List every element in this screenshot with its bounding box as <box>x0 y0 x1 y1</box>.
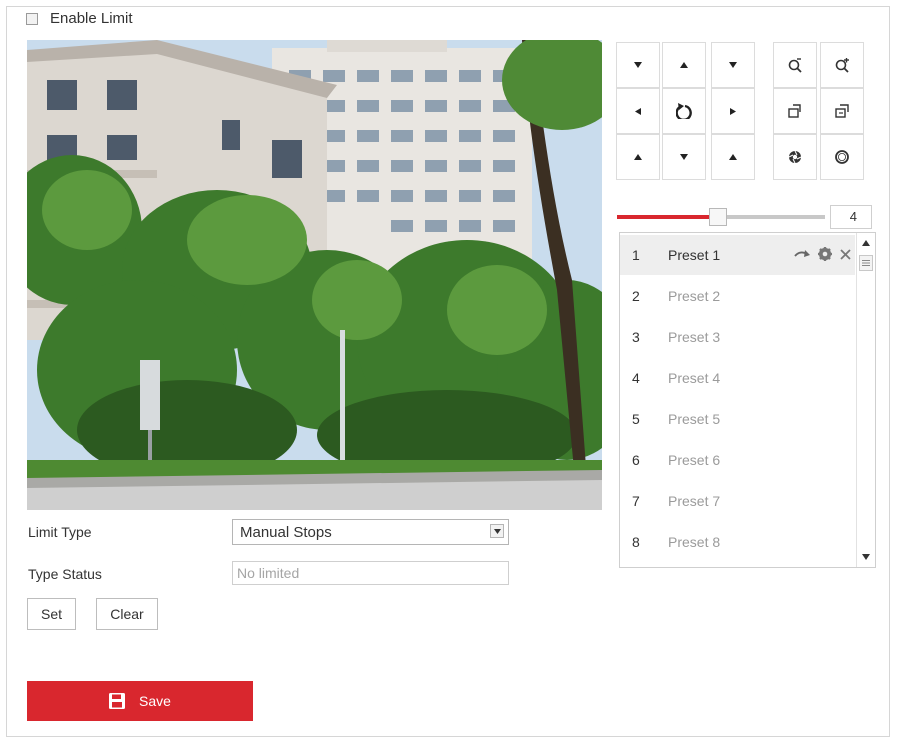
preset-actions <box>794 235 851 275</box>
preset-list: 1 Preset 1 2 Preset 2 3 Preset 3 4 Preset 4 5 Pre… <box>619 232 876 568</box>
clear-button[interactable]: Clear <box>96 598 158 630</box>
preset-name: Preset 3 <box>668 329 721 345</box>
preset-row[interactable]: 2 Preset 2 <box>620 276 855 316</box>
preset-number: 8 <box>632 534 640 550</box>
arrow-up-right-icon <box>729 154 737 160</box>
arrow-down-left-icon <box>634 62 642 68</box>
arrow-down-right-icon <box>729 62 737 68</box>
preset-row[interactable]: 3 Preset 3 <box>620 317 855 357</box>
pan-up-left-button[interactable] <box>616 134 660 180</box>
tilt-up-button[interactable] <box>662 42 706 88</box>
preset-number: 4 <box>632 370 640 386</box>
focus-near-icon <box>788 104 802 118</box>
iris-open-icon <box>835 150 849 164</box>
arrow-down-icon <box>680 154 688 160</box>
zoom-out-icon <box>788 57 802 73</box>
preset-number: 2 <box>632 288 640 304</box>
preset-name: Preset 5 <box>668 411 721 427</box>
preset-number: 3 <box>632 329 640 345</box>
preset-name: Preset 1 <box>668 247 721 263</box>
preset-number: 6 <box>632 452 640 468</box>
gear-icon[interactable] <box>818 246 832 264</box>
preset-number: 5 <box>632 411 640 427</box>
speed-slider-thumb[interactable] <box>709 208 727 226</box>
preset-row[interactable]: 5 Preset 5 <box>620 399 855 439</box>
limit-type-select[interactable]: Manual Stops <box>232 519 509 545</box>
zoom-in-button[interactable] <box>820 42 864 88</box>
preset-row[interactable]: 1 Preset 1 <box>620 235 855 275</box>
live-video-view[interactable] <box>27 40 602 510</box>
limit-type-label: Limit Type <box>28 524 92 540</box>
chevron-down-icon[interactable] <box>490 524 504 538</box>
type-status-value: No limited <box>237 565 300 581</box>
arrow-right-icon <box>730 107 736 115</box>
speed-value-field[interactable]: 4 <box>830 205 872 229</box>
arrow-up-left-icon <box>634 154 642 160</box>
iris-close-button[interactable] <box>773 134 817 180</box>
save-button[interactable]: Save <box>27 681 253 721</box>
enable-limit-label: Enable Limit <box>50 10 133 27</box>
preset-number: 7 <box>632 493 640 509</box>
preset-name: Preset 8 <box>668 534 721 550</box>
preset-scrollbar[interactable] <box>856 233 875 567</box>
preset-row[interactable]: 7 Preset 7 <box>620 481 855 521</box>
preset-row[interactable]: 8 Preset 8 <box>620 522 855 562</box>
preset-name: Preset 2 <box>668 288 721 304</box>
pan-left-button[interactable] <box>616 88 660 134</box>
type-status-label: Type Status <box>28 566 102 582</box>
pan-down-left-button[interactable] <box>616 42 660 88</box>
preset-name: Preset 7 <box>668 493 721 509</box>
preset-name: Preset 6 <box>668 452 721 468</box>
set-button[interactable]: Set <box>27 598 76 630</box>
scroll-thumb[interactable] <box>859 255 873 271</box>
scroll-down-icon[interactable] <box>857 549 875 565</box>
tilt-down-button[interactable] <box>662 134 706 180</box>
pan-up-right-button[interactable] <box>711 134 755 180</box>
preset-row[interactable]: 6 Preset 6 <box>620 440 855 480</box>
iris-close-icon <box>788 150 802 164</box>
zoom-out-button[interactable] <box>773 42 817 88</box>
delete-preset-icon[interactable] <box>840 247 851 263</box>
focus-far-icon <box>835 104 849 118</box>
focus-far-button[interactable] <box>820 88 864 134</box>
call-preset-icon[interactable] <box>794 247 810 263</box>
preset-number: 1 <box>632 247 640 263</box>
preset-row[interactable]: 4 Preset 4 <box>620 358 855 398</box>
auto-pan-button[interactable] <box>662 88 706 134</box>
scroll-up-icon[interactable] <box>857 235 875 251</box>
floppy-disk-icon <box>109 693 126 709</box>
speed-slider-fill <box>617 215 717 219</box>
arrow-left-icon <box>635 107 641 115</box>
arrow-up-icon <box>680 62 688 68</box>
enable-limit-checkbox[interactable] <box>26 13 38 25</box>
rotate-icon <box>676 103 692 119</box>
pan-right-button[interactable] <box>711 88 755 134</box>
limit-type-value: Manual Stops <box>240 524 332 541</box>
focus-near-button[interactable] <box>773 88 817 134</box>
speed-slider-track[interactable] <box>717 215 825 219</box>
type-status-field: No limited <box>232 561 509 585</box>
save-label: Save <box>139 693 171 709</box>
preset-name: Preset 4 <box>668 370 721 386</box>
zoom-in-icon <box>835 57 850 73</box>
iris-open-button[interactable] <box>820 134 864 180</box>
pan-down-right-button[interactable] <box>711 42 755 88</box>
